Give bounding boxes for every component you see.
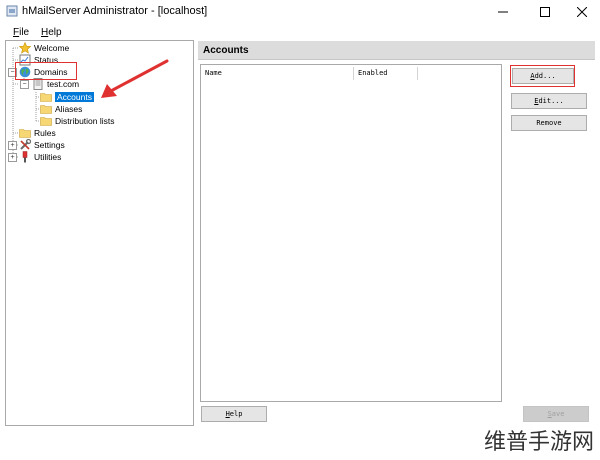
folder-icon: [19, 129, 31, 138]
tree-label-aliases: Aliases: [55, 104, 83, 114]
menu-bar: [0, 26, 600, 39]
tree-label-accounts: Accounts: [55, 92, 94, 102]
domain-expander[interactable]: −: [20, 80, 29, 89]
help-rest: elp: [229, 410, 243, 418]
tree-label-domain: test.com: [47, 79, 80, 89]
annotation-arrow-icon: [101, 59, 169, 98]
tree-item-utilities[interactable]: Utilities: [19, 151, 61, 163]
accounts-list[interactable]: Name Enabled: [200, 64, 502, 402]
column-header-enabled[interactable]: Enabled: [358, 69, 388, 77]
tree-item-distribution-lists[interactable]: Distribution lists: [40, 115, 115, 127]
menu-file[interactable]: File: [13, 27, 29, 38]
tree-item-accounts[interactable]: Accounts: [40, 91, 94, 103]
panel-title: Accounts: [203, 45, 249, 56]
app-icon: [6, 5, 18, 17]
edit-button[interactable]: Edit...: [511, 93, 587, 109]
settings-expander[interactable]: +: [8, 141, 17, 150]
menu-file-rest: ile: [19, 27, 30, 38]
column-separator[interactable]: [417, 67, 418, 80]
folder-icon: [40, 105, 52, 114]
window-title: hMailServer Administrator - [localhost]: [22, 5, 208, 17]
save-button[interactable]: Save: [523, 406, 589, 422]
annotation-box-add: [510, 65, 575, 87]
tree-label-utilities: Utilities: [34, 152, 62, 162]
close-icon: [577, 7, 587, 17]
menu-help[interactable]: Help: [41, 27, 62, 38]
watermark-text: 维普手游网: [483, 430, 594, 455]
tree-label-rules: Rules: [34, 128, 56, 138]
utilities-expander[interactable]: +: [8, 153, 17, 162]
folder-icon: [40, 117, 52, 126]
minimize-icon: [498, 11, 508, 13]
tree-label-settings: Settings: [34, 140, 65, 150]
panel-header: [198, 41, 595, 60]
tree-item-settings[interactable]: Settings: [19, 139, 65, 151]
edit-rest: dit...: [538, 97, 564, 105]
help-button[interactable]: Help: [201, 406, 267, 422]
column-separator[interactable]: [353, 67, 354, 80]
tree-label-welcome: Welcome: [34, 43, 70, 53]
maximize-button[interactable]: [527, 0, 563, 24]
tools-icon: [20, 139, 31, 150]
tree-item-welcome[interactable]: Welcome: [19, 42, 69, 54]
maximize-icon: [540, 7, 550, 17]
tree-item-aliases[interactable]: Aliases: [40, 103, 82, 115]
minimize-button[interactable]: [485, 0, 521, 24]
star-icon: [19, 42, 31, 54]
menu-help-rest: elp: [48, 27, 62, 38]
annotation-box-domains: [15, 62, 77, 80]
tree-label-distribution-lists: Distribution lists: [55, 116, 115, 126]
column-header-name[interactable]: Name: [205, 69, 222, 77]
save-rest: ave: [551, 410, 565, 418]
folder-icon: [40, 93, 52, 102]
tree-item-rules[interactable]: Rules: [19, 127, 56, 139]
close-button[interactable]: [564, 0, 600, 24]
remove-button[interactable]: Remove: [511, 115, 587, 131]
utilities-icon: [22, 151, 28, 163]
